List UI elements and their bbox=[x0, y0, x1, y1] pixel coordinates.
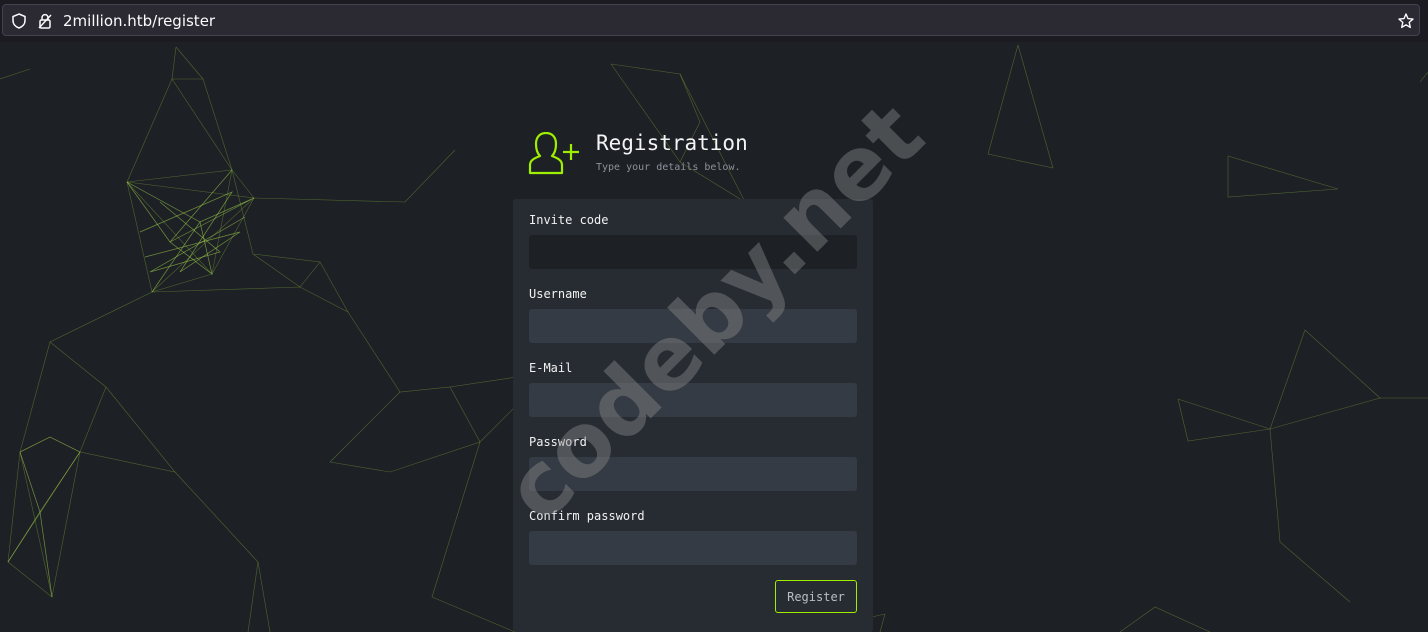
page-title: Registration bbox=[596, 131, 748, 155]
registration-form: Invite code Username E-Mail Password Con… bbox=[513, 199, 873, 632]
confirm-password-label: Confirm password bbox=[529, 509, 645, 523]
url-text[interactable]: 2million.htb/register bbox=[63, 12, 215, 30]
register-button[interactable]: Register bbox=[775, 580, 857, 613]
shield-icon[interactable] bbox=[10, 12, 28, 30]
username-input[interactable] bbox=[529, 309, 857, 343]
page-viewport: Registration Type your details below. In… bbox=[0, 42, 1428, 632]
username-label: Username bbox=[529, 287, 587, 301]
user-plus-icon bbox=[527, 131, 581, 176]
address-bar[interactable]: 2million.htb/register bbox=[2, 4, 1420, 36]
confirm-password-input[interactable] bbox=[529, 531, 857, 565]
star-icon[interactable] bbox=[1397, 12, 1415, 30]
lock-icon[interactable] bbox=[36, 12, 54, 30]
password-label: Password bbox=[529, 435, 587, 449]
invite-code-input[interactable] bbox=[529, 235, 857, 269]
invite-code-label: Invite code bbox=[529, 213, 609, 227]
email-input[interactable] bbox=[529, 383, 857, 417]
browser-toolbar: 2million.htb/register bbox=[0, 0, 1428, 42]
registration-header: Registration Type your details below. bbox=[527, 130, 867, 180]
password-input[interactable] bbox=[529, 457, 857, 491]
page-subtitle: Type your details below. bbox=[596, 162, 741, 173]
email-label: E-Mail bbox=[529, 361, 573, 375]
